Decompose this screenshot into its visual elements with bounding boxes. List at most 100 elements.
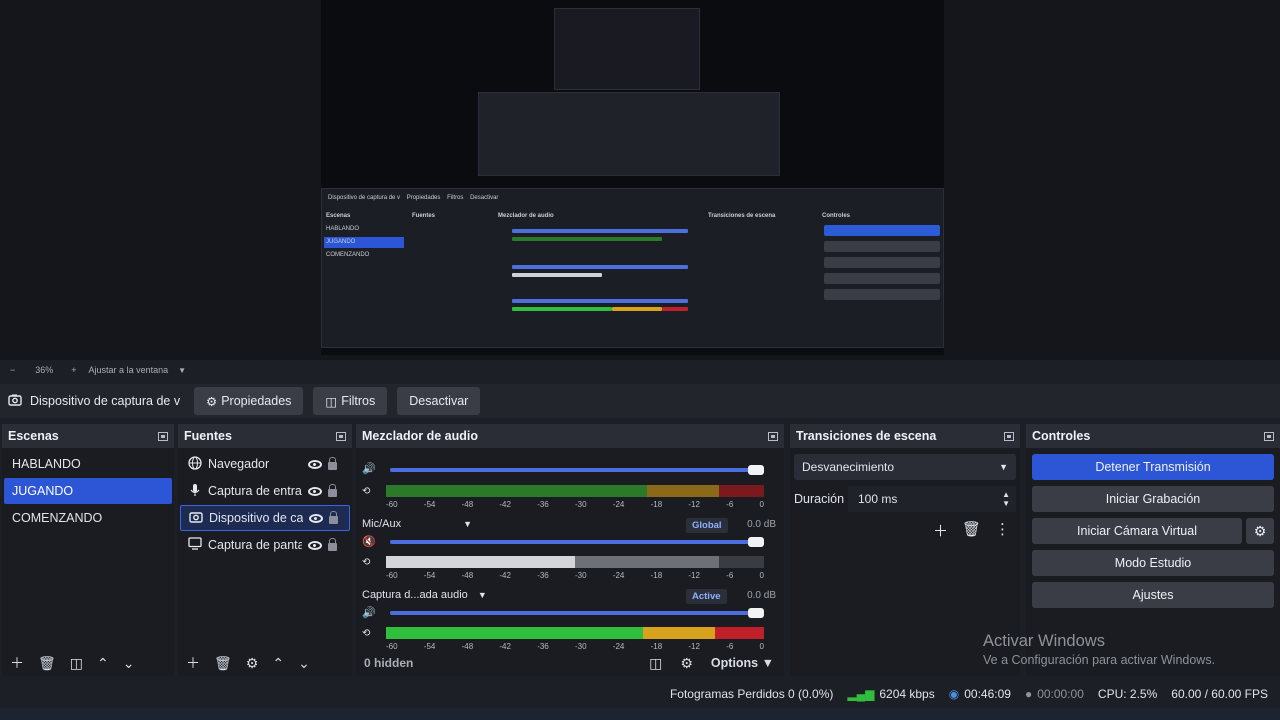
chevron-down-icon[interactable]: ▼ <box>178 366 186 375</box>
source-item-screen-capture[interactable]: Captura de pantalla <box>180 532 350 558</box>
properties-button[interactable]: ⚙ Propiedades <box>194 387 304 415</box>
dropped-frames: Fotogramas Perdidos 0 (0.0%) <box>669 687 834 701</box>
undock-icon[interactable] <box>1264 431 1274 441</box>
audio-meter <box>386 556 764 568</box>
chevron-down-icon[interactable]: ▼ <box>478 590 487 600</box>
scene-item-jugando[interactable]: JUGANDO <box>4 478 172 504</box>
monitor-audio-icon[interactable]: ⟲ <box>362 557 370 568</box>
lock-icon[interactable] <box>328 457 337 470</box>
volume-slider[interactable] <box>390 465 764 475</box>
eye-icon[interactable] <box>309 513 323 523</box>
mixer-tracks: 🔊 ⟲ -60 -54 -48 -42 -36 -30 -24 -18 -12 -6 0 Mic/A… <box>356 448 784 652</box>
scenes-title: Escenas <box>8 429 59 443</box>
sources-footer: ＋ 🗑 ⚙ ⌃ ⌄ <box>178 650 352 676</box>
gear-icon[interactable]: ⚙ <box>246 655 259 672</box>
scene-item-hablando[interactable]: HABLANDO <box>4 451 172 477</box>
chevron-up-icon[interactable]: ⌃ <box>97 655 109 672</box>
layout-icon[interactable]: ◫ <box>649 655 662 672</box>
studio-mode-button[interactable]: Modo Estudio <box>1032 550 1274 576</box>
record-icon: ● <box>1024 687 1033 701</box>
zoom-out-button[interactable]: − <box>10 365 15 375</box>
source-toolbar: Dispositivo de captura de v ⚙ Propiedade… <box>0 384 1280 418</box>
preview-area[interactable]: Dispositivo de captura de v Propiedades … <box>0 0 1280 360</box>
zoom-in-button[interactable]: + <box>71 365 76 375</box>
options-dropdown[interactable]: Options ▼ <box>711 656 774 670</box>
source-name: Navegador <box>208 457 270 471</box>
source-item-video-capture[interactable]: Dispositivo de captura de video <box>180 505 350 531</box>
track-name: Captura d...ada audio ▼ <box>362 589 487 601</box>
monitor-icon <box>188 537 202 553</box>
undock-icon[interactable] <box>158 431 168 441</box>
lock-icon[interactable] <box>329 511 338 524</box>
preview-canvas[interactable]: Dispositivo de captura de v Propiedades … <box>321 0 944 355</box>
sources-title: Fuentes <box>184 429 232 443</box>
recording-timer: ● 00:00:00 <box>1025 687 1084 701</box>
start-recording-button[interactable]: Iniciar Grabación <box>1032 486 1274 512</box>
zoom-fit-dropdown[interactable]: Ajustar a la ventana <box>89 365 169 375</box>
filters-button[interactable]: ◫ Filtros <box>313 387 388 415</box>
speaker-icon[interactable]: 🔊 <box>362 606 376 619</box>
transition-actions: ＋ 🗑 ⋮ <box>933 520 1010 541</box>
stop-stream-button[interactable]: Detener Transmisión <box>1032 454 1274 480</box>
watermark-title: Activar Windows <box>983 632 1105 650</box>
gear-icon: ⚙ <box>206 394 218 409</box>
bitrate-value: 6204 kbps <box>879 687 935 701</box>
controls-body: Detener Transmisión Iniciar Grabación In… <box>1026 448 1280 652</box>
sources-dock: Fuentes Navegador Captura de entrada de … <box>178 424 352 676</box>
source-item-audio-input[interactable]: Captura de entrada de audio <box>180 478 350 504</box>
duration-field[interactable]: 100 ms ▲ ▼ <box>848 486 1016 512</box>
add-icon[interactable]: ＋ <box>933 520 948 541</box>
monitor-audio-icon[interactable]: ⟲ <box>362 486 370 497</box>
trash-icon[interactable]: 🗑 <box>38 655 56 672</box>
trash-icon[interactable]: 🗑 <box>214 655 232 672</box>
start-virtual-camera-button[interactable]: Iniciar Cámara Virtual <box>1032 518 1242 544</box>
deactivate-button[interactable]: Desactivar <box>397 387 481 415</box>
lock-icon[interactable] <box>328 538 337 551</box>
chevron-down-icon[interactable]: ▼ <box>463 519 472 529</box>
eye-icon[interactable] <box>308 540 322 550</box>
chevron-down-icon[interactable]: ⌄ <box>298 655 310 672</box>
mirror-obs-ui: Dispositivo de captura de v Propiedades … <box>321 188 944 348</box>
settings-button[interactable]: Ajustes <box>1032 582 1274 608</box>
mixer-footer: 0 hidden ◫ ⚙ Options ▼ <box>356 650 784 676</box>
stream-time: 00:46:09 <box>964 687 1011 701</box>
audio-meter <box>386 485 764 497</box>
speaker-muted-icon[interactable]: 🔇 <box>362 535 376 548</box>
eye-icon[interactable] <box>308 486 322 496</box>
source-item-navegador[interactable]: Navegador <box>180 451 350 477</box>
mixer-track-mic-aux: Mic/Aux ▼ Global 0.0 dB 🔇 ⟲ -60 -54 -48 -42… <box>356 518 784 589</box>
speaker-icon[interactable]: 🔊 <box>362 462 376 475</box>
cpu-usage: CPU: 2.5% <box>1097 687 1158 701</box>
virtual-camera-settings-button[interactable]: ⚙ <box>1246 518 1274 544</box>
scenes-list: HABLANDO JUGANDO COMENZANDO <box>2 448 174 652</box>
add-icon[interactable]: ＋ <box>186 653 200 673</box>
track-name: Mic/Aux ▼ <box>362 518 473 530</box>
broadcast-icon: ◉ <box>948 687 960 701</box>
chevron-up-icon[interactable]: ⌃ <box>272 655 284 672</box>
scenes-dock: Escenas HABLANDO JUGANDO COMENZANDO ＋ 🗑 … <box>2 424 174 676</box>
mic-icon <box>188 483 202 500</box>
spinner-icon[interactable]: ▲ ▼ <box>1002 490 1010 508</box>
transition-select[interactable]: Desvanecimiento ▼ <box>794 454 1016 480</box>
scene-item-comenzando[interactable]: COMENZANDO <box>4 505 172 531</box>
filter-icon[interactable]: ◫ <box>70 655 83 672</box>
volume-slider[interactable] <box>390 537 764 547</box>
undock-icon[interactable] <box>336 431 346 441</box>
filter-icon: ◫ <box>325 394 338 409</box>
fps-counter: 60.00 / 60.00 FPS <box>1171 687 1268 701</box>
undock-icon[interactable] <box>1004 431 1014 441</box>
windows-taskbar[interactable] <box>0 708 1280 720</box>
undock-icon[interactable] <box>768 431 778 441</box>
selected-source-name: Dispositivo de captura de v <box>30 394 181 408</box>
chevron-down-icon[interactable]: ⌄ <box>123 655 135 672</box>
eye-icon[interactable] <box>308 459 322 469</box>
volume-slider[interactable] <box>390 608 764 618</box>
monitor-audio-icon[interactable]: ⟲ <box>362 628 370 639</box>
more-vertical-icon[interactable]: ⋮ <box>995 520 1010 541</box>
add-icon[interactable]: ＋ <box>10 653 24 673</box>
gear-icon[interactable]: ⚙ <box>680 655 693 672</box>
lock-icon[interactable] <box>328 484 337 497</box>
trash-icon[interactable]: 🗑 <box>962 520 981 541</box>
stream-timer: ◉ 00:46:09 <box>949 687 1011 701</box>
zoom-level: 36% <box>35 365 54 375</box>
